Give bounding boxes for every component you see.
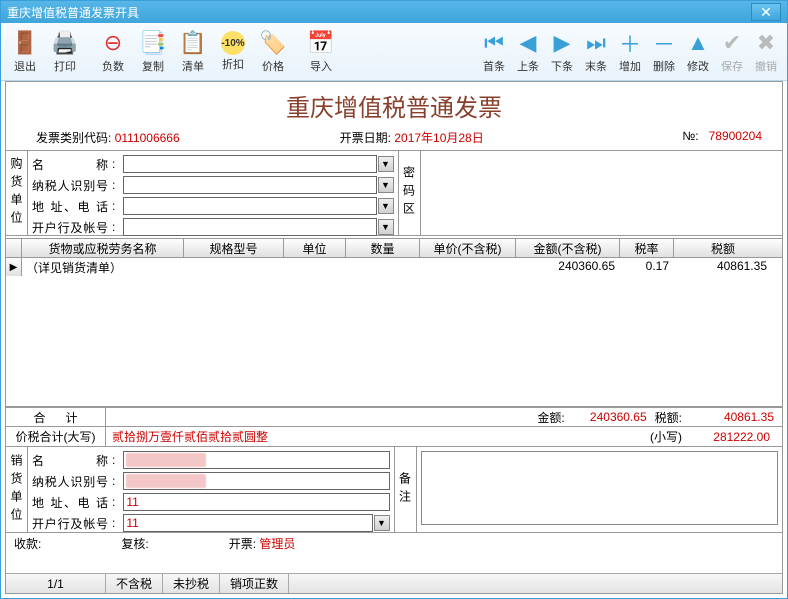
negative-button[interactable]: ⊖负数 <box>94 26 132 78</box>
remark-textarea[interactable] <box>421 451 779 525</box>
next-button[interactable]: ▶下条 <box>546 26 578 78</box>
password-section-label: 密码区 <box>399 150 421 236</box>
copy-button[interactable]: 📑复制 <box>134 26 172 78</box>
close-button[interactable]: ✕ <box>751 3 781 21</box>
toolbar: 🚪退出 🖨️打印 ⊖负数 📑复制 📋清单 -10%折扣 🏷️价格 📅导入 ⏮首条… <box>1 23 787 81</box>
password-area <box>421 150 783 236</box>
buyer-section-label: 购货单位 <box>6 150 28 236</box>
price-button[interactable]: 🏷️价格 <box>254 26 292 78</box>
dropdown-icon[interactable]: ▼ <box>374 515 390 531</box>
grid-body[interactable]: ▶ （详见销货清单） 240360.65 0.17 40861.35 <box>6 258 782 406</box>
signature-row: 收款: 复核: 开票: 管理员 <box>6 533 782 553</box>
prev-button[interactable]: ◀上条 <box>512 26 544 78</box>
invoice-date-label: 开票日期: 2017年10月28日 <box>340 129 484 146</box>
grand-total-row: 价税合计(大写) 贰拾捌万壹仟贰佰贰拾贰圆整 (小写) 281222.00 <box>6 427 782 447</box>
save-button: ✔保存 <box>716 26 748 78</box>
seller-addr-input[interactable]: 11 <box>123 493 389 511</box>
seller-name-input[interactable] <box>123 451 389 469</box>
edit-button[interactable]: ▲修改 <box>682 26 714 78</box>
dropdown-icon[interactable]: ▼ <box>378 156 394 172</box>
window-title: 重庆增值税普通发票开具 <box>7 4 139 21</box>
delete-button[interactable]: －删除 <box>648 26 680 78</box>
import-button[interactable]: 📅导入 <box>302 26 340 78</box>
last-button[interactable]: ⏭末条 <box>580 26 612 78</box>
document-title: 重庆增值税普通发票 <box>6 82 782 127</box>
seller-bank-input[interactable]: 11 <box>123 514 372 532</box>
add-button[interactable]: ＋增加 <box>614 26 646 78</box>
buyer-taxid-input[interactable] <box>123 176 376 194</box>
remark-section-label: 备注 <box>395 447 417 533</box>
undo-button: ✖撤销 <box>750 26 782 78</box>
dropdown-icon[interactable]: ▼ <box>378 177 394 193</box>
buyer-name-input[interactable] <box>123 155 376 173</box>
print-button[interactable]: 🖨️打印 <box>46 26 84 78</box>
seller-taxid-input[interactable] <box>123 472 389 490</box>
exit-button[interactable]: 🚪退出 <box>6 26 44 78</box>
first-button[interactable]: ⏮首条 <box>478 26 510 78</box>
buyer-bank-input[interactable] <box>123 218 376 236</box>
invoice-type-label: 发票类别代码: 0111006666 <box>36 129 180 146</box>
list-button[interactable]: 📋清单 <box>174 26 212 78</box>
grid-header: 货物或应税劳务名称 规格型号 单位 数量 单价(不含税) 金额(不含税) 税率 … <box>6 238 782 258</box>
row-indicator-icon: ▶ <box>6 258 22 276</box>
statusbar: 1/1 不含税 未抄税 销项正数 <box>6 573 782 593</box>
discount-button[interactable]: -10%折扣 <box>214 26 252 78</box>
table-row[interactable]: ▶ （详见销货清单） 240360.65 0.17 40861.35 <box>6 258 782 276</box>
dropdown-icon[interactable]: ▼ <box>378 219 394 235</box>
total-row: 合计 金额: 240360.65 税额: 40861.35 <box>6 407 782 427</box>
buyer-addr-input[interactable] <box>123 197 376 215</box>
dropdown-icon[interactable]: ▼ <box>378 198 394 214</box>
invoice-number-label: №: 78900204 <box>682 129 762 146</box>
seller-section-label: 销货单位 <box>6 447 28 533</box>
